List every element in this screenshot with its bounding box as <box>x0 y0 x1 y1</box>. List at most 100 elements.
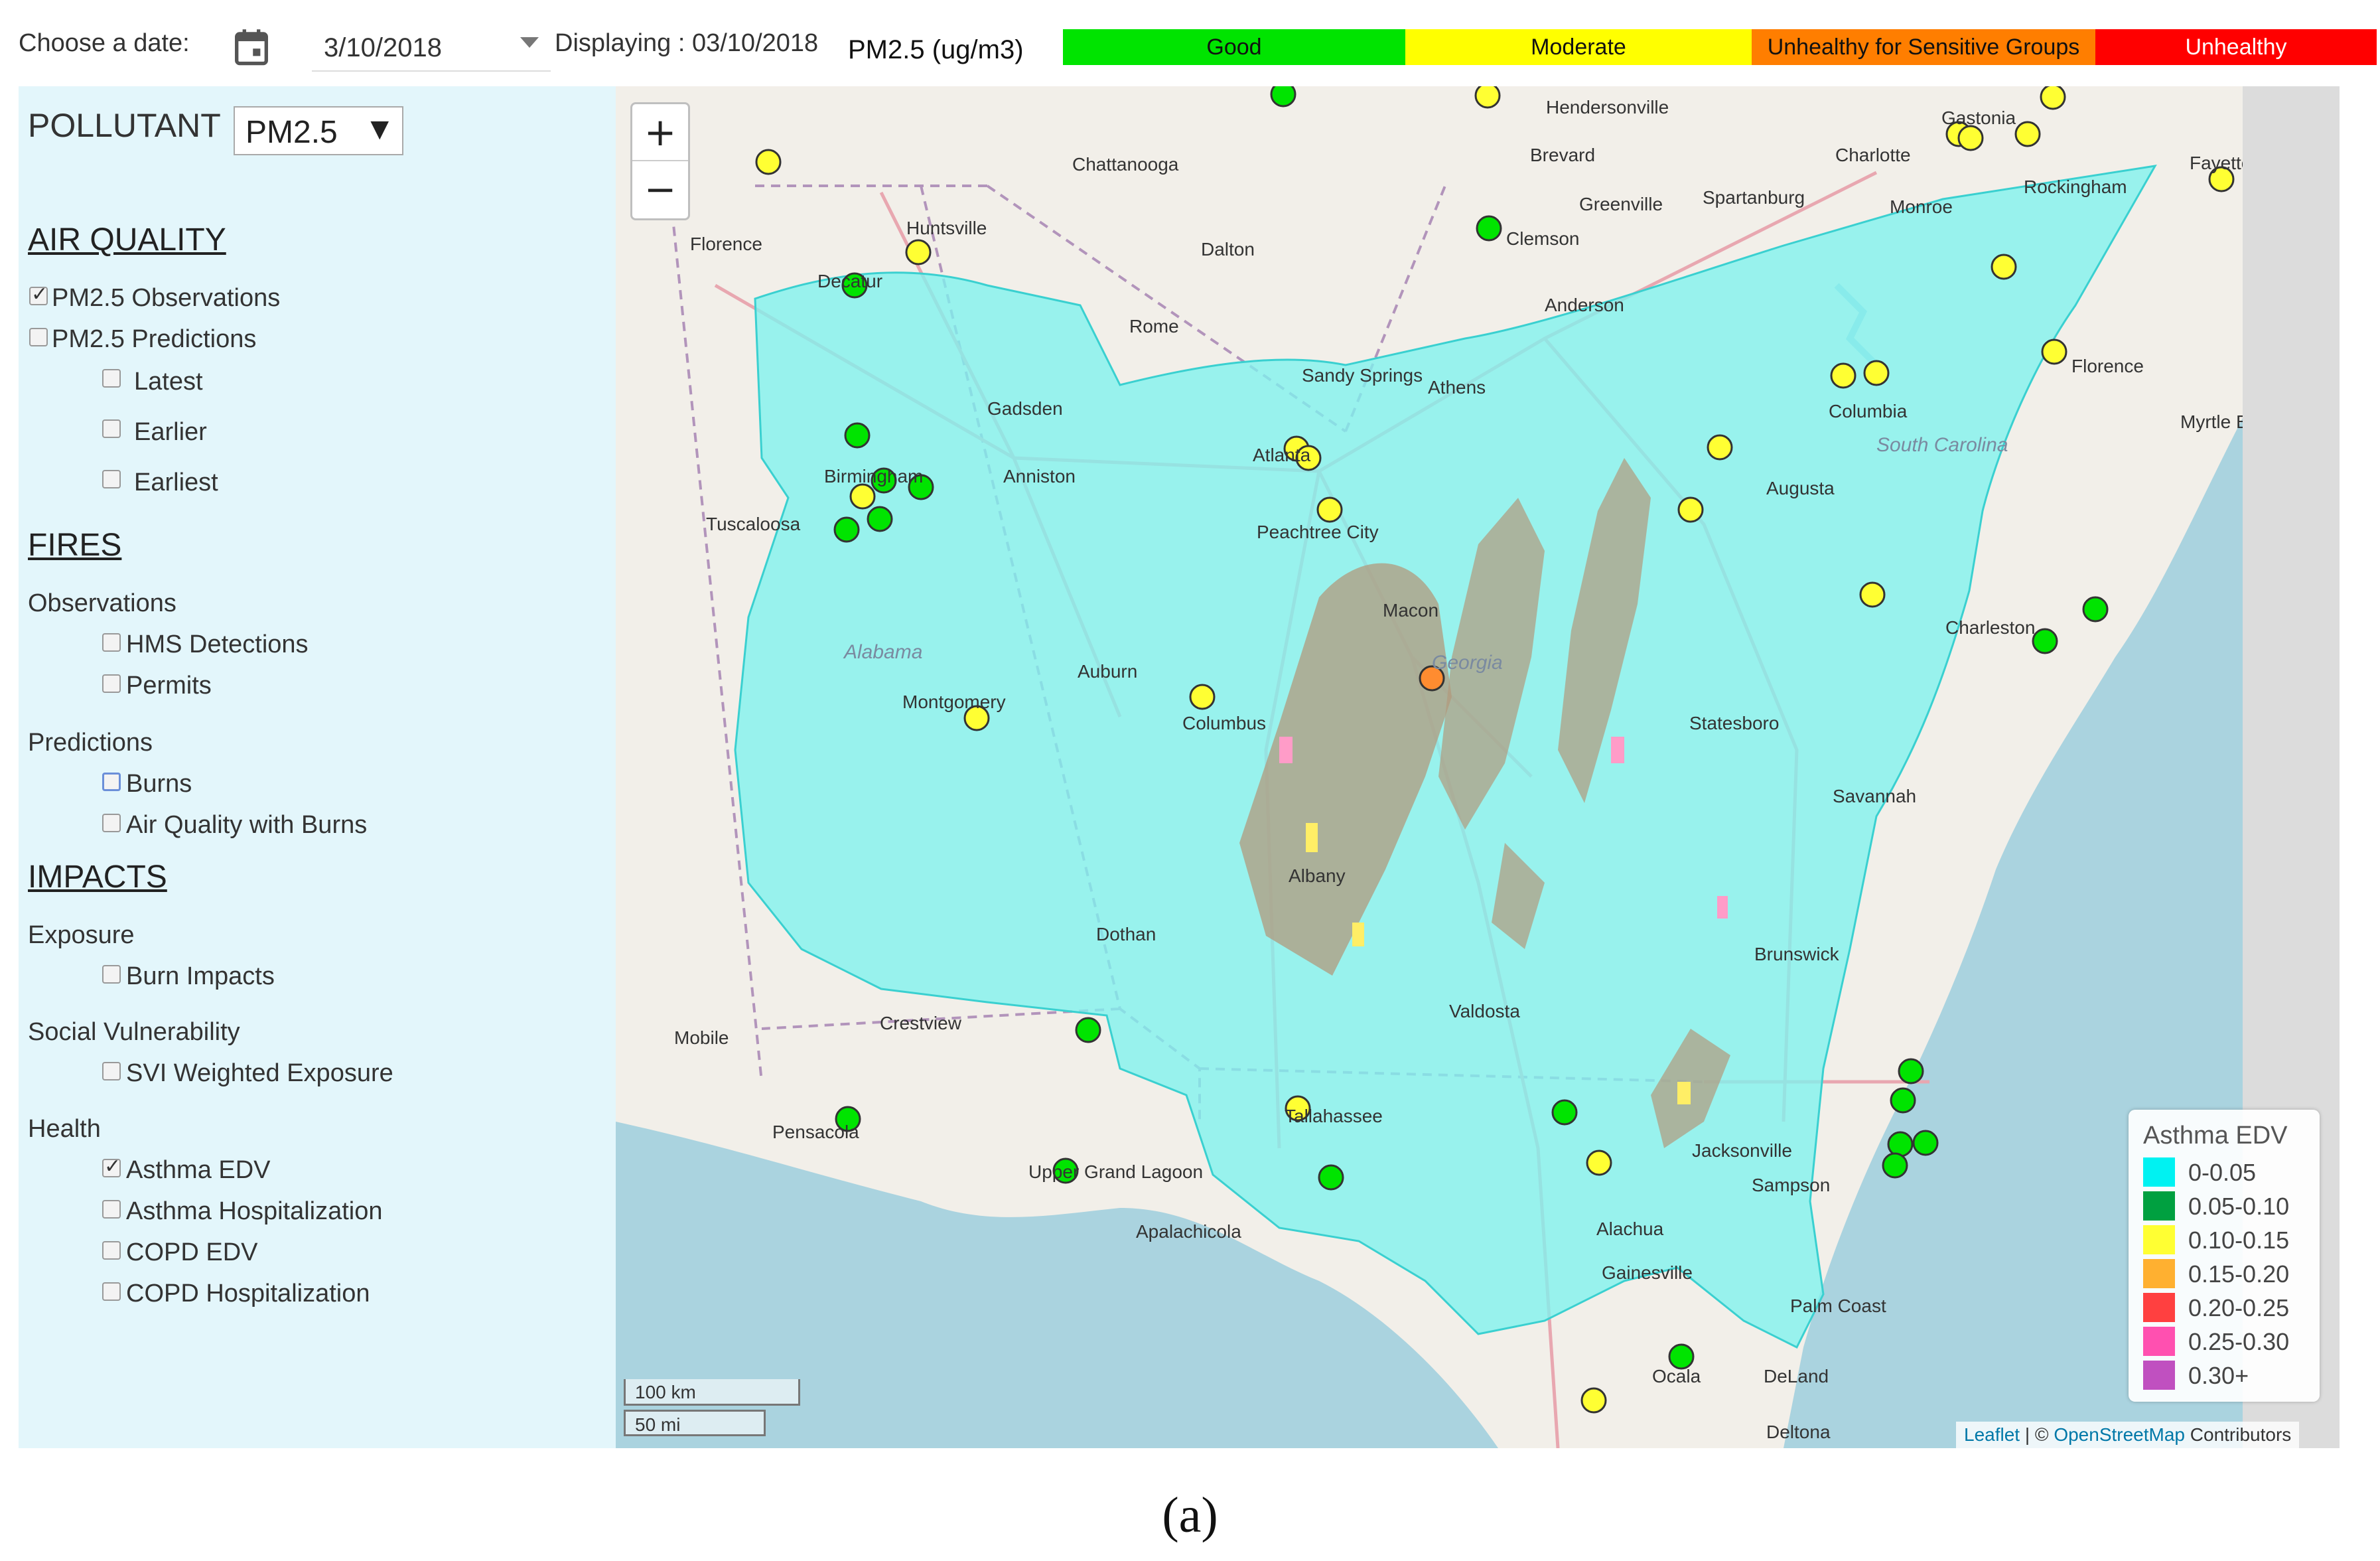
pollutant-value: PM2.5 <box>245 115 338 150</box>
label-burns: Burns <box>126 770 192 798</box>
legend-label: 0.15-0.20 <box>2188 1260 2290 1288</box>
checkbox-copd-edv[interactable] <box>102 1241 121 1260</box>
map-place-label: Peachtree City <box>1257 522 1379 542</box>
map-place-label: Montgomery <box>902 692 1006 712</box>
legend-label: 0.25-0.30 <box>2188 1328 2290 1355</box>
map-place-label: South Carolina <box>1876 434 2008 456</box>
map-place-label: Albany <box>1289 865 1346 886</box>
map-place-label: Crestview <box>880 1013 961 1033</box>
map-place-label: Greenville <box>1579 194 1663 214</box>
aqi-segment-moderate: Moderate <box>1405 29 1752 65</box>
date-label: Choose a date: <box>19 29 190 57</box>
units-label: PM2.5 (ug/m3) <box>835 29 1037 70</box>
checkbox-asthma-edv[interactable] <box>102 1155 121 1178</box>
label-health: Health <box>28 1115 101 1143</box>
checkbox-pm25-predictions[interactable] <box>29 328 48 346</box>
map-place-label: Apalachicola <box>1136 1221 1241 1242</box>
map-place-label: Rockingham <box>2024 177 2127 197</box>
label-burn-impacts: Burn Impacts <box>126 962 275 990</box>
label-svi-weighted: SVI Weighted Exposure <box>126 1059 393 1087</box>
map-place-label: Alabama <box>844 641 923 663</box>
checkbox-permits[interactable] <box>102 674 121 693</box>
calendar-icon[interactable] <box>234 28 269 66</box>
checkbox-pm25-observations[interactable] <box>29 283 48 306</box>
checkbox-svi-weighted[interactable] <box>102 1062 121 1080</box>
checkbox-earliest[interactable] <box>102 470 121 488</box>
leaflet-link[interactable]: Leaflet <box>1964 1424 2020 1445</box>
legend-label: 0.30+ <box>2188 1362 2249 1389</box>
map-place-label: Hendersonville <box>1546 97 1669 117</box>
pollutant-select[interactable]: PM2.5 ▼ <box>234 106 403 155</box>
map-place-label: Mobile <box>674 1027 729 1048</box>
map-place-label: Gainesville <box>1602 1262 1693 1283</box>
checkbox-burns[interactable] <box>102 773 121 791</box>
date-dropdown-icon[interactable] <box>520 37 539 48</box>
scale-km: 100 km <box>624 1379 800 1406</box>
map-place-label: Tuscaloosa <box>706 514 801 534</box>
section-air-quality: AIR QUALITY <box>28 222 226 258</box>
asthma-edv-legend: Asthma EDV 0-0.05 0.05-0.10 0.10-0.15 0.15-… <box>2129 1110 2320 1402</box>
map-place-label: Palm Coast <box>1790 1296 1886 1316</box>
top-toolbar: Choose a date: 3/10/2018 Displaying : 03… <box>0 0 2380 86</box>
legend-label: 0.10-0.15 <box>2188 1226 2290 1254</box>
map-place-label: Sandy Springs <box>1302 365 1423 386</box>
label-aq-with-burns: Air Quality with Burns <box>126 811 368 839</box>
osm-link[interactable]: OpenStreetMap <box>2054 1424 2185 1445</box>
legend-swatch <box>2143 1259 2175 1288</box>
map-place-label: Augusta <box>1766 478 1835 498</box>
checkbox-asthma-hosp[interactable] <box>102 1200 121 1219</box>
map-place-label: Dothan <box>1096 924 1156 944</box>
legend-swatch <box>2143 1327 2175 1356</box>
map-place-label: Athens <box>1428 377 1486 398</box>
checkbox-hms-detections[interactable] <box>102 633 121 652</box>
checkbox-earlier[interactable] <box>102 419 121 438</box>
label-earlier: Earlier <box>134 418 207 446</box>
label-copd-hosp: COPD Hospitalization <box>126 1280 370 1307</box>
map-place-label: Birmingham <box>824 466 924 486</box>
map-place-label: Jacksonville <box>1692 1140 1792 1161</box>
label-asthma-edv: Asthma EDV <box>126 1156 271 1184</box>
map-place-label: Macon <box>1383 600 1439 621</box>
label-earliest: Earliest <box>134 469 218 496</box>
zoom-in-button[interactable]: + <box>632 104 688 161</box>
legend-swatch <box>2143 1157 2175 1187</box>
map-place-label: Fayettev <box>2190 153 2243 173</box>
zoom-control: + − <box>630 102 690 220</box>
legend-label: 0-0.05 <box>2188 1159 2257 1186</box>
select-arrow-icon: ▼ <box>370 115 389 143</box>
label-exposure: Exposure <box>28 921 135 949</box>
checkbox-latest[interactable] <box>102 369 121 388</box>
map-place-label: Spartanburg <box>1703 187 1805 208</box>
legend-label: 0.20-0.25 <box>2188 1294 2290 1321</box>
zoom-out-button[interactable]: − <box>632 161 688 217</box>
label-latest: Latest <box>134 368 203 396</box>
scale-mi: 50 mi <box>624 1410 766 1436</box>
label-social-vulnerability: Social Vulnerability <box>28 1018 240 1046</box>
map-place-label: Pensacola <box>772 1122 859 1142</box>
checkbox-copd-hosp[interactable] <box>102 1282 121 1301</box>
map-place-label: Sampson <box>1752 1175 1831 1195</box>
map-place-label: Gastonia <box>1941 108 2016 128</box>
label-pm25-predictions: PM2.5 Predictions <box>52 325 257 353</box>
attribution-sep: | © <box>2020 1424 2054 1445</box>
map-view[interactable]: Hendersonville Gastonia Chattanooga Brevard… <box>616 86 2243 1448</box>
map-place-label: Charleston <box>1945 617 2036 638</box>
date-input[interactable]: 3/10/2018 <box>312 24 551 72</box>
map-place-label: Florence <box>690 234 762 254</box>
map-place-label: Deltona <box>1766 1422 1831 1442</box>
legend-swatch <box>2143 1191 2175 1221</box>
map-place-label: Huntsville <box>906 218 987 238</box>
map-place-label: Chattanooga <box>1072 154 1179 175</box>
label-fire-predictions: Predictions <box>28 729 153 757</box>
checkbox-burn-impacts[interactable] <box>102 965 121 984</box>
legend-title: Asthma EDV <box>2143 1122 2288 1150</box>
checkbox-aq-with-burns[interactable] <box>102 814 121 832</box>
label-permits: Permits <box>126 672 212 700</box>
map-place-label: Georgia <box>1432 652 1503 674</box>
aqi-segment-unhealthy: Unhealthy <box>2095 29 2377 65</box>
map-attribution: Leaflet | © OpenStreetMap Contributors <box>1956 1422 2300 1448</box>
map-place-label: Brevard <box>1530 145 1596 165</box>
map-place-label: Ocala <box>1652 1366 1701 1386</box>
map-place-label: Monroe <box>1890 196 1953 217</box>
legend-swatch <box>2143 1225 2175 1254</box>
